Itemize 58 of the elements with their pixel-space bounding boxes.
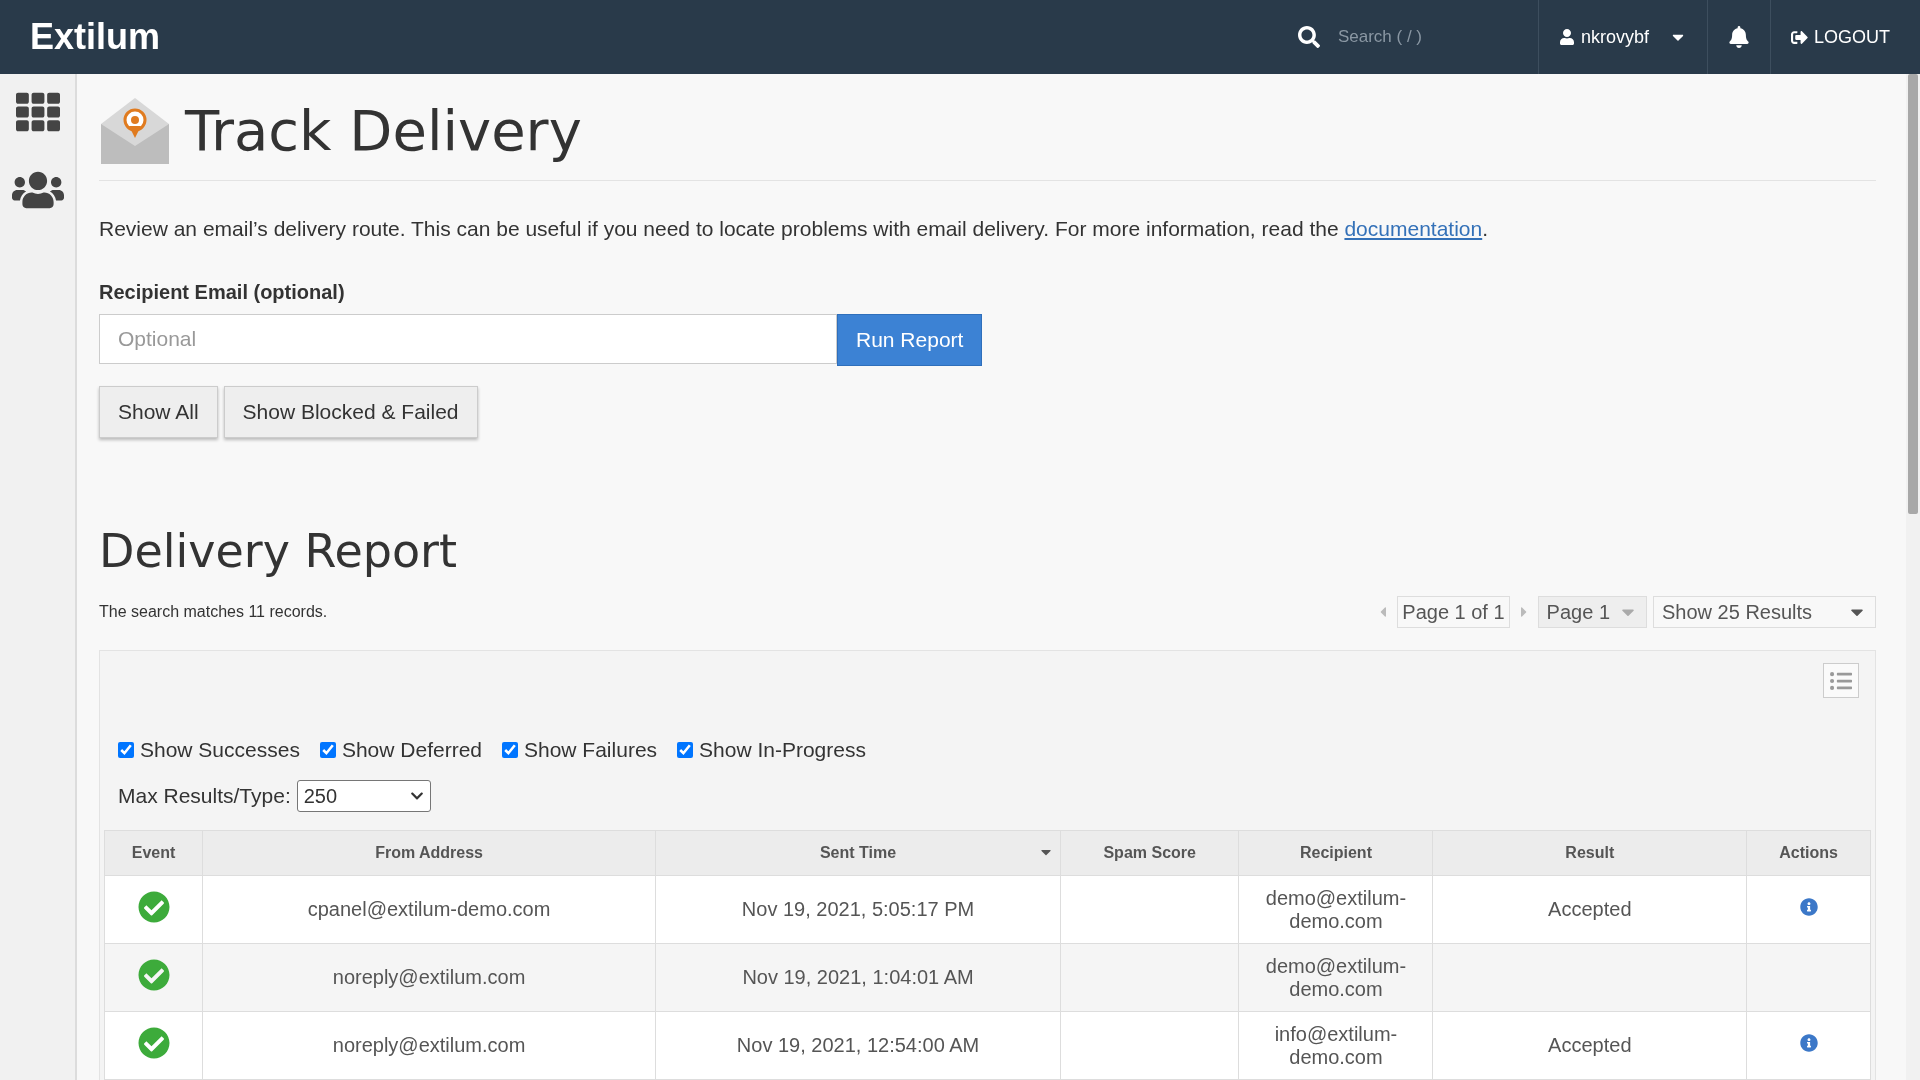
table-cell-text: demo@extilum-demo.com	[1264, 954, 1408, 1001]
field-label: Recipient Email (optional)	[99, 281, 346, 304]
section-title: Delivery Report	[99, 524, 459, 578]
filter-button[interactable]: Show Blocked & Failed	[223, 386, 478, 438]
table-cell: Nov 19, 2021, 5:05:17 PM	[655, 875, 1061, 944]
page-select[interactable]: Page 1	[1537, 596, 1647, 628]
success-icon	[137, 959, 170, 991]
record-count: The search matches 11 records.	[99, 603, 328, 621]
documentation-link[interactable]: documentation	[1344, 217, 1483, 240]
checkbox-label: Show Failures	[524, 738, 658, 762]
table-cell: noreply@extilum.com	[202, 1011, 656, 1080]
list-view-button[interactable]	[1823, 663, 1859, 698]
checkbox[interactable]	[319, 742, 336, 758]
page-title: Track Delivery	[185, 97, 582, 163]
column-header[interactable]: Actions	[1746, 830, 1871, 876]
max-results-select[interactable]: 250	[296, 780, 431, 812]
table-cell-text: info@extilum-demo.com	[1273, 1022, 1399, 1069]
user-menu[interactable]: nkrovybf	[1538, 0, 1708, 74]
list-icon	[1830, 669, 1852, 692]
column-header[interactable]: Result	[1432, 830, 1747, 876]
table-cell: Nov 19, 2021, 12:54:00 AM	[655, 1011, 1061, 1080]
table-cell: Accepted	[1548, 898, 1632, 920]
brand-logo[interactable]: Extilum	[30, 16, 1298, 58]
apps-grid-icon[interactable]	[15, 90, 60, 134]
logout-icon	[1791, 28, 1808, 46]
info-icon[interactable]	[1799, 1034, 1818, 1052]
results-per-page-select[interactable]: Show 25 Results	[1653, 596, 1876, 628]
page-indicator: Page 1 of 1	[1397, 596, 1510, 628]
run-report-button[interactable]: Run Report	[837, 314, 983, 366]
column-header[interactable]: Event	[104, 830, 203, 876]
intro-text: Review an email’s delivery route. This can be useful if you need to locate problems with email delivery. For more information, read the documentation.	[99, 217, 1490, 241]
table-cell: Accepted	[1548, 1034, 1632, 1056]
column-header[interactable]: Spam Score	[1060, 830, 1239, 876]
table-cell: noreply@extilum.com	[202, 943, 656, 1012]
success-icon	[137, 891, 170, 923]
filter-button[interactable]: Show All	[99, 386, 218, 438]
success-icon	[137, 1027, 170, 1059]
logout-button[interactable]: LOGOUT	[1771, 0, 1890, 74]
search-icon	[1297, 26, 1320, 48]
table-cell: Nov 19, 2021, 1:04:01 AM	[655, 943, 1061, 1012]
recipient-email-field[interactable]: Optional	[99, 314, 837, 364]
column-header[interactable]: Sent Time	[655, 830, 1061, 876]
table-cell: cpanel@extilum-demo.com	[202, 875, 656, 944]
bell-icon	[1728, 26, 1750, 48]
checkbox-label: Show Successes	[140, 738, 300, 762]
checkbox-label: Show In-Progress	[699, 738, 866, 762]
info-icon[interactable]	[1799, 898, 1818, 916]
checkbox[interactable]	[502, 742, 518, 758]
checkbox-label: Show Deferred	[341, 738, 482, 762]
checkbox[interactable]	[118, 742, 134, 758]
column-header[interactable]: Recipient	[1238, 830, 1433, 876]
scrollbar[interactable]	[1908, 74, 1918, 514]
column-header[interactable]: From Address	[202, 830, 656, 876]
table-cell-text: demo@extilum-demo.com	[1264, 886, 1408, 933]
max-results-label: Max Results/Type:	[118, 784, 291, 808]
user-icon	[1558, 29, 1575, 45]
search-field[interactable]: Search ( / )	[1335, 26, 1510, 48]
checkbox[interactable]	[677, 742, 694, 758]
